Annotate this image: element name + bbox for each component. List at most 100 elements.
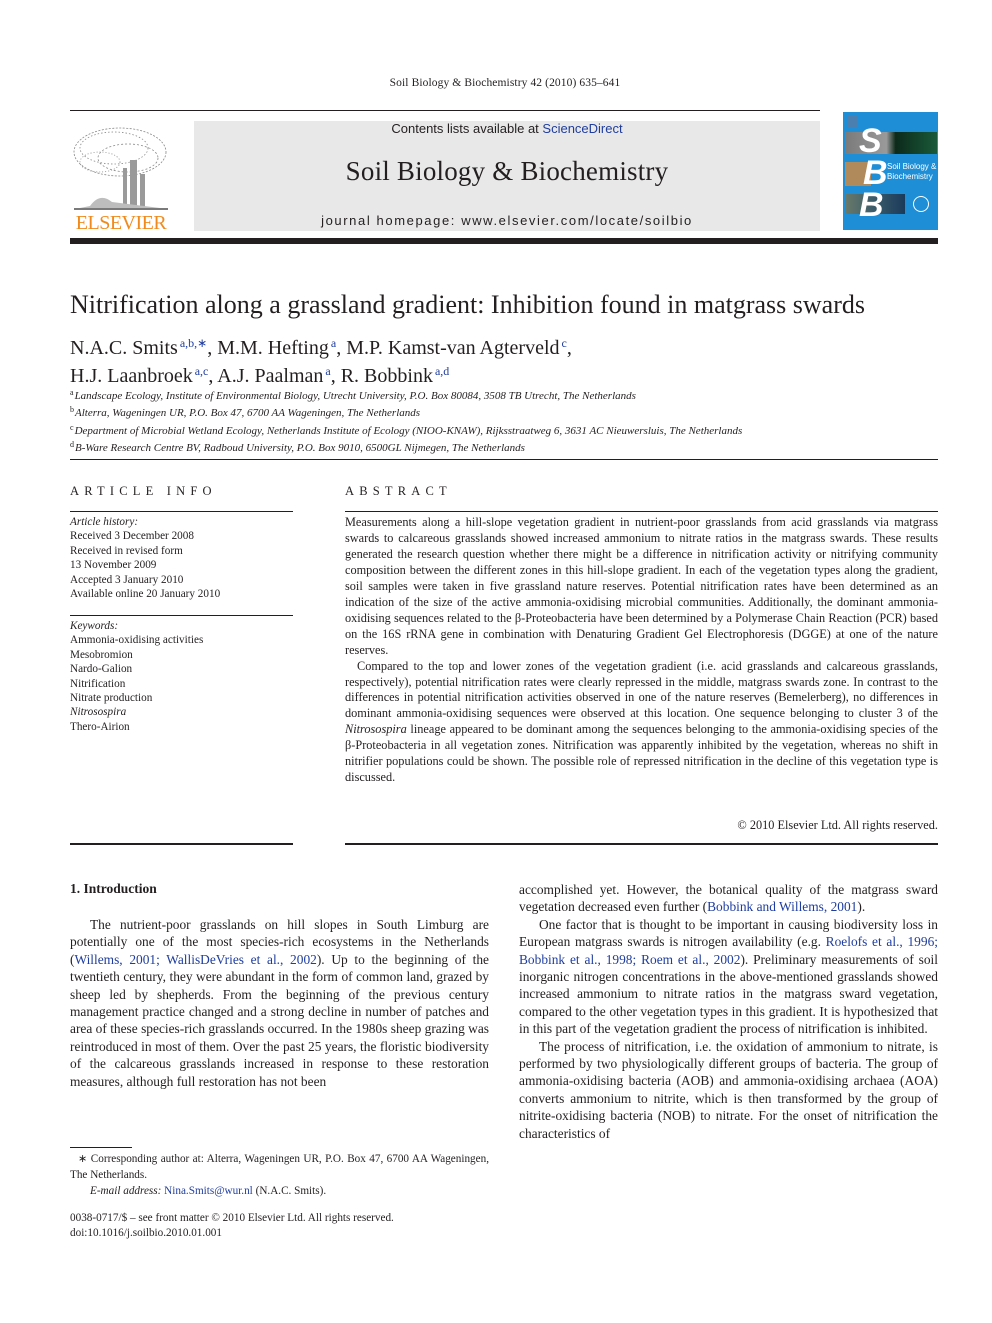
history-item: Received in revised form — [70, 544, 183, 557]
cover-title-2: Biochemistry — [887, 172, 933, 181]
keyword-item: Thero-Airion — [70, 720, 130, 733]
affiliation-text: Department of Microbial Wetland Ecology,… — [74, 424, 743, 437]
elsevier-wordmark: ELSEVIER — [75, 212, 167, 234]
corresponding-author-note: ∗ Corresponding author at: Alterra, Wage… — [70, 1153, 489, 1181]
email-link[interactable]: Nina.Smits@wur.nl — [164, 1185, 253, 1197]
history-item: Accepted 3 January 2010 — [70, 573, 184, 586]
article-title: Nitrification along a grassland gradient… — [70, 290, 865, 319]
abstract-text: lineage appeared to be dominant among th… — [345, 722, 938, 785]
body-text: ). Up to the beginning of the twentieth … — [70, 951, 489, 1089]
footnote-rule — [70, 1147, 132, 1148]
abstract-heading: ABSTRACT — [345, 484, 452, 498]
title-block-rule — [70, 459, 938, 460]
author-separator: , — [208, 365, 218, 387]
keyword-item: Mesobromion — [70, 648, 133, 661]
affiliation-mark: a — [70, 388, 74, 397]
keywords-rule — [70, 615, 293, 616]
article-info-heading: ARTICLE INFO — [70, 484, 217, 498]
author-name: H.J. Laanbroek — [70, 365, 193, 387]
contents-prefix: Contents lists available at — [391, 121, 543, 136]
author-affiliation-mark[interactable]: a,b,∗ — [180, 336, 207, 350]
cover-title-1: Soil Biology & — [887, 162, 937, 171]
abstract-text: Compared to the top and lower zones of t… — [345, 658, 938, 721]
author-list: N.A.C. Smits a,b,∗, M.M. Hefting a, M.P. K… — [70, 332, 572, 388]
keyword-item: Ammonia-oxidising activities — [70, 634, 204, 647]
issn-doi: 0038-0717/$ – see front matter © 2010 El… — [70, 1211, 394, 1240]
body-paragraph: One factor that is thought to be importa… — [519, 916, 938, 1038]
affiliation-d: dB-Ware Research Centre BV, Radboud Univ… — [70, 438, 742, 455]
body-text: ). — [857, 899, 866, 915]
keyword-item: Nitrate production — [70, 692, 153, 705]
author-name: R. Bobbink — [340, 365, 433, 387]
keywords-label: Keywords: — [70, 620, 119, 632]
authors-line-1: N.A.C. Smits a,b,∗, M.M. Hefting a, M.P. K… — [70, 332, 572, 360]
cover-emblem-icon — [913, 196, 929, 212]
author-name: N.A.C. Smits — [70, 337, 178, 359]
author-name: A.J. Paalman — [217, 365, 324, 387]
body-paragraph: The nutrient-poor grasslands on hill slo… — [70, 916, 489, 1090]
body-column-left: The nutrient-poor grasslands on hill slo… — [70, 916, 489, 1090]
author-separator: , — [330, 365, 341, 387]
citation-link[interactable]: Bobbink and Willems, 2001 — [707, 899, 857, 914]
citation-link[interactable]: Willems, 2001; WallisDeVries et al., 200… — [74, 952, 316, 967]
keyword-item: Nitrification — [70, 677, 126, 690]
keywords: Keywords: Ammonia-oxidising activities M… — [70, 619, 203, 734]
article-info-bottom-rule — [70, 843, 293, 845]
history-label: Article history: — [70, 516, 139, 528]
history-item: 13 November 2009 — [70, 559, 157, 572]
abstract-paragraph-1: Measurements along a hill-slope vegetati… — [345, 515, 938, 657]
abstract-bottom-rule — [345, 843, 938, 845]
article-info-rule — [70, 511, 293, 512]
elsevier-logo[interactable]: ELSEVIER — [70, 122, 172, 234]
affiliation-c: cDepartment of Microbial Wetland Ecology… — [70, 421, 742, 438]
header-thick-rule — [70, 238, 938, 244]
body-paragraph: accomplished yet. However, the botanical… — [519, 881, 938, 916]
author-affiliation-mark[interactable]: a,d — [435, 364, 449, 378]
issn-line: 0038-0717/$ – see front matter © 2010 El… — [70, 1212, 394, 1224]
author-separator: , — [336, 337, 347, 359]
abstract-copyright: © 2010 Elsevier Ltd. All rights reserved… — [737, 818, 938, 832]
affiliation-text: B-Ware Research Centre BV, Radboud Unive… — [75, 442, 525, 455]
email-suffix: (N.A.C. Smits). — [252, 1185, 327, 1197]
authors-line-2: H.J. Laanbroek a,c, A.J. Paalman a, R. Bob… — [70, 360, 572, 388]
article-history: Article history: Received 3 December 200… — [70, 515, 220, 601]
affiliation-mark: b — [70, 405, 74, 415]
author-name: M.M. Hefting — [217, 337, 329, 359]
body-paragraph: The process of nitrification, i.e. the o… — [519, 1038, 938, 1141]
section-heading-introduction: 1. Introduction — [70, 881, 157, 896]
abstract-body: Measurements along a hill-slope vegetati… — [345, 515, 938, 786]
journal-name: Soil Biology & Biochemistry — [345, 156, 669, 186]
journal-homepage-link[interactable]: journal homepage: www.elsevier.com/locat… — [194, 213, 820, 228]
contents-line: Contents lists available at ScienceDirec… — [194, 121, 820, 136]
sciencedirect-link[interactable]: ScienceDirect — [542, 121, 622, 136]
affiliation-mark: d — [70, 440, 74, 450]
footnotes: ∗ Corresponding author at: Alterra, Wage… — [70, 1151, 489, 1199]
body-column-right: accomplished yet. However, the botanical… — [519, 881, 938, 1142]
affiliation-mark: c — [70, 422, 74, 432]
journal-banner: Contents lists available at ScienceDirec… — [194, 121, 820, 231]
author-name: M.P. Kamst-van Agterveld — [346, 337, 560, 359]
affiliation-b: bAlterra, Wageningen UR, P.O. Box 47, 67… — [70, 403, 742, 420]
running-head: Soil Biology & Biochemistry 42 (2010) 63… — [389, 77, 621, 89]
affiliation-a: aLandscape Ecology, Institute of Environ… — [70, 386, 742, 403]
affiliations: aLandscape Ecology, Institute of Environ… — [70, 386, 742, 456]
email-note: E-mail address: Nina.Smits@wur.nl (N.A.C… — [70, 1183, 489, 1199]
cover-publisher-mark — [847, 116, 857, 128]
abstract-paragraph-2: Compared to the top and lower zones of t… — [345, 659, 938, 787]
author-affiliation-mark[interactable]: a,c — [195, 364, 209, 378]
header-rule — [70, 110, 820, 111]
history-item: Available online 20 January 2010 — [70, 588, 221, 601]
doi-link[interactable]: doi:10.1016/j.soilbio.2010.01.001 — [70, 1226, 394, 1241]
affiliation-text: Alterra, Wageningen UR, P.O. Box 47, 670… — [75, 407, 421, 420]
abstract-rule — [345, 511, 938, 512]
email-label: E-mail address: — [90, 1185, 165, 1197]
affiliation-text: Landscape Ecology, Institute of Environm… — [74, 390, 636, 402]
keyword-item: Nardo-Galion — [70, 663, 133, 676]
author-separator: , — [566, 337, 572, 359]
journal-cover[interactable]: S B B Soil Biology & Biochemistry — [843, 112, 938, 230]
abstract-italic-term: Nitrosospira — [345, 722, 407, 737]
history-item: Received 3 December 2008 — [70, 530, 194, 543]
cover-letter-b2: B — [859, 186, 884, 224]
keyword-item: Nitrosospira — [70, 706, 127, 719]
author-separator: , — [207, 337, 218, 359]
